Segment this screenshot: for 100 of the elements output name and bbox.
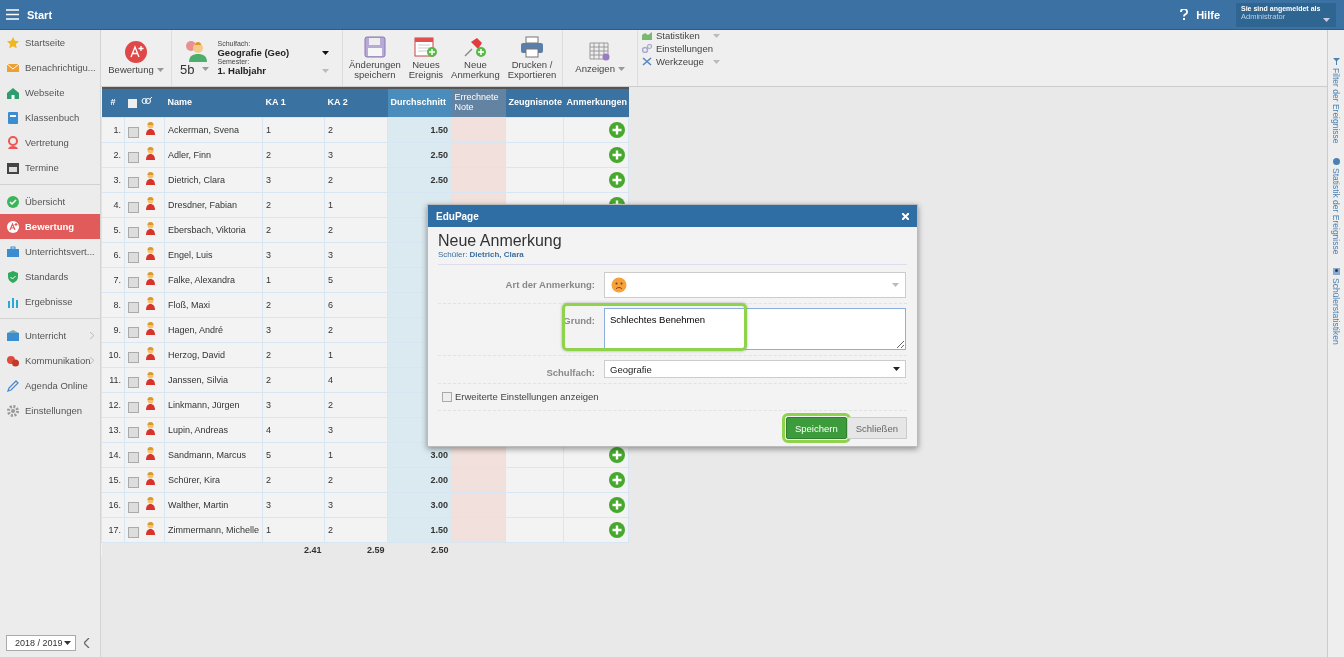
- help-link[interactable]: Hilfe: [1196, 8, 1220, 21]
- student-name[interactable]: Hagen, André: [164, 317, 263, 343]
- grade-cell[interactable]: 2: [324, 392, 388, 418]
- sidebar-item[interactable]: Agenda Online: [0, 373, 100, 398]
- grade-cell[interactable]: 3: [262, 492, 325, 518]
- grade-cell[interactable]: 2: [262, 342, 325, 368]
- add-note-icon[interactable]: [609, 447, 625, 463]
- student-name[interactable]: Herzog, David: [164, 342, 263, 368]
- row-checkbox[interactable]: [128, 352, 139, 364]
- row-checkbox[interactable]: [128, 477, 139, 489]
- grade-cell[interactable]: 3: [262, 392, 325, 418]
- row-checkbox[interactable]: [128, 327, 139, 339]
- grade-cell[interactable]: 2: [262, 467, 325, 493]
- row-checkbox[interactable]: [128, 427, 139, 439]
- grade-cell[interactable]: 2: [262, 142, 325, 168]
- add-note-icon[interactable]: [609, 472, 625, 488]
- toolbar-menu-item[interactable]: Einstellungen: [641, 43, 720, 54]
- sidebar-item[interactable]: Kommunikation: [0, 348, 100, 373]
- student-name[interactable]: Walther, Martin: [164, 492, 263, 518]
- collapse-icon[interactable]: [84, 638, 90, 648]
- sidebar-item[interactable]: Termine: [0, 155, 100, 180]
- row-checkbox[interactable]: [128, 152, 139, 164]
- grade-cell[interactable]: 2: [324, 317, 388, 343]
- toolbar-menu-item[interactable]: Statistiken: [641, 30, 720, 41]
- grade-cell[interactable]: 5: [324, 267, 388, 293]
- menu-icon[interactable]: [6, 9, 19, 20]
- row-checkbox[interactable]: [128, 527, 139, 539]
- grading-button[interactable]: Bewertung: [104, 38, 168, 78]
- sidebar-item[interactable]: Einstellungen: [0, 398, 100, 423]
- toolbar-button[interactable]: Änderungen speichern: [345, 33, 405, 83]
- add-note-icon[interactable]: [609, 172, 625, 188]
- grade-cell[interactable]: 4: [262, 417, 325, 443]
- toolbar-button[interactable]: Drucken / Exportieren: [503, 33, 561, 83]
- grade-cell[interactable]: 3: [324, 242, 388, 268]
- view-button[interactable]: Anzeigen: [571, 39, 629, 77]
- column-header[interactable]: KA 2: [324, 88, 388, 118]
- student-name[interactable]: Floß, Maxi: [164, 292, 263, 318]
- row-checkbox[interactable]: [128, 452, 139, 464]
- sidebar-item[interactable]: Webseite: [0, 80, 100, 105]
- toolbar-button[interactable]: Neues Ereignis: [404, 33, 448, 83]
- grade-cell[interactable]: 1: [262, 267, 325, 293]
- reason-field[interactable]: Schlechtes Benehmen: [604, 308, 906, 350]
- grade-cell[interactable]: 1: [324, 442, 388, 468]
- sidebar-item[interactable]: Übersicht: [0, 189, 100, 214]
- sidebar-item[interactable]: Benachrichtigu...: [0, 55, 100, 80]
- row-checkbox[interactable]: [128, 502, 139, 514]
- column-header[interactable]: Durchschnitt: [387, 88, 452, 118]
- sidebar-item[interactable]: Unterrichtsvert...: [0, 239, 100, 264]
- close-dialog-button[interactable]: Schließen: [846, 417, 907, 439]
- grade-cell[interactable]: 1: [262, 517, 325, 543]
- sidebar-item[interactable]: Klassenbuch: [0, 105, 100, 130]
- row-checkbox[interactable]: [128, 302, 139, 314]
- select-all-checkbox[interactable]: [127, 99, 137, 109]
- row-checkbox[interactable]: [128, 252, 139, 264]
- grade-cell[interactable]: 4: [324, 367, 388, 393]
- subject-select[interactable]: Geografie (Geo): [217, 47, 290, 58]
- add-note-icon[interactable]: [609, 147, 625, 163]
- note-type-select[interactable]: [604, 272, 906, 298]
- semester-select[interactable]: 1. Halbjahr: [217, 65, 267, 76]
- student-name[interactable]: Falke, Alexandra: [164, 267, 263, 293]
- row-checkbox[interactable]: [128, 277, 139, 289]
- student-name[interactable]: Janssen, Silvia: [164, 367, 263, 393]
- student-name[interactable]: Zimmermann, Michelle: [164, 517, 263, 543]
- student-name[interactable]: Dresdner, Fabian: [164, 192, 263, 218]
- sidebar-item[interactable]: Vertretung: [0, 130, 100, 155]
- row-checkbox[interactable]: [128, 127, 139, 139]
- grade-cell[interactable]: 2: [324, 167, 388, 193]
- grade-cell[interactable]: 2: [324, 467, 388, 493]
- grade-cell[interactable]: 2: [324, 517, 388, 543]
- toolbar-button[interactable]: Neue Anmerkung: [447, 33, 504, 83]
- sidebar-item[interactable]: Bewertung: [0, 214, 100, 239]
- student-name[interactable]: Lupin, Andreas: [164, 417, 263, 443]
- grade-cell[interactable]: 5: [262, 442, 325, 468]
- row-checkbox[interactable]: [128, 402, 139, 414]
- column-header[interactable]: Name: [164, 88, 263, 118]
- add-note-icon[interactable]: [609, 122, 625, 138]
- advanced-checkbox[interactable]: [442, 391, 452, 402]
- sidebar-item[interactable]: Startseite: [0, 30, 100, 55]
- year-select[interactable]: 2018 / 2019: [6, 635, 76, 651]
- grade-cell[interactable]: 2: [262, 367, 325, 393]
- grade-cell[interactable]: 2: [262, 192, 325, 218]
- sidebar-item[interactable]: Ergebnisse: [0, 289, 100, 314]
- student-name[interactable]: Schürer, Kira: [164, 467, 263, 493]
- grade-cell[interactable]: 1: [262, 117, 325, 143]
- student-name[interactable]: Sandmann, Marcus: [164, 442, 263, 468]
- grade-cell[interactable]: 1: [324, 192, 388, 218]
- grade-cell[interactable]: 3: [262, 317, 325, 343]
- row-checkbox[interactable]: [128, 177, 139, 189]
- column-header[interactable]: KA 1: [262, 88, 325, 118]
- sidebar-item[interactable]: Unterricht: [0, 323, 100, 348]
- student-name[interactable]: Linkmann, Jürgen: [164, 392, 263, 418]
- grade-cell[interactable]: 2: [262, 292, 325, 318]
- grade-cell[interactable]: 2: [324, 217, 388, 243]
- student-name[interactable]: Dietrich, Clara: [164, 167, 263, 193]
- side-tab[interactable]: Filter der Ereignisse: [1331, 58, 1341, 144]
- row-checkbox[interactable]: [128, 227, 139, 239]
- grade-cell[interactable]: 3: [324, 417, 388, 443]
- side-tab[interactable]: Schülerstatistiken: [1331, 268, 1341, 345]
- close-button[interactable]: [902, 212, 909, 220]
- student-name[interactable]: Ebersbach, Viktoria: [164, 217, 263, 243]
